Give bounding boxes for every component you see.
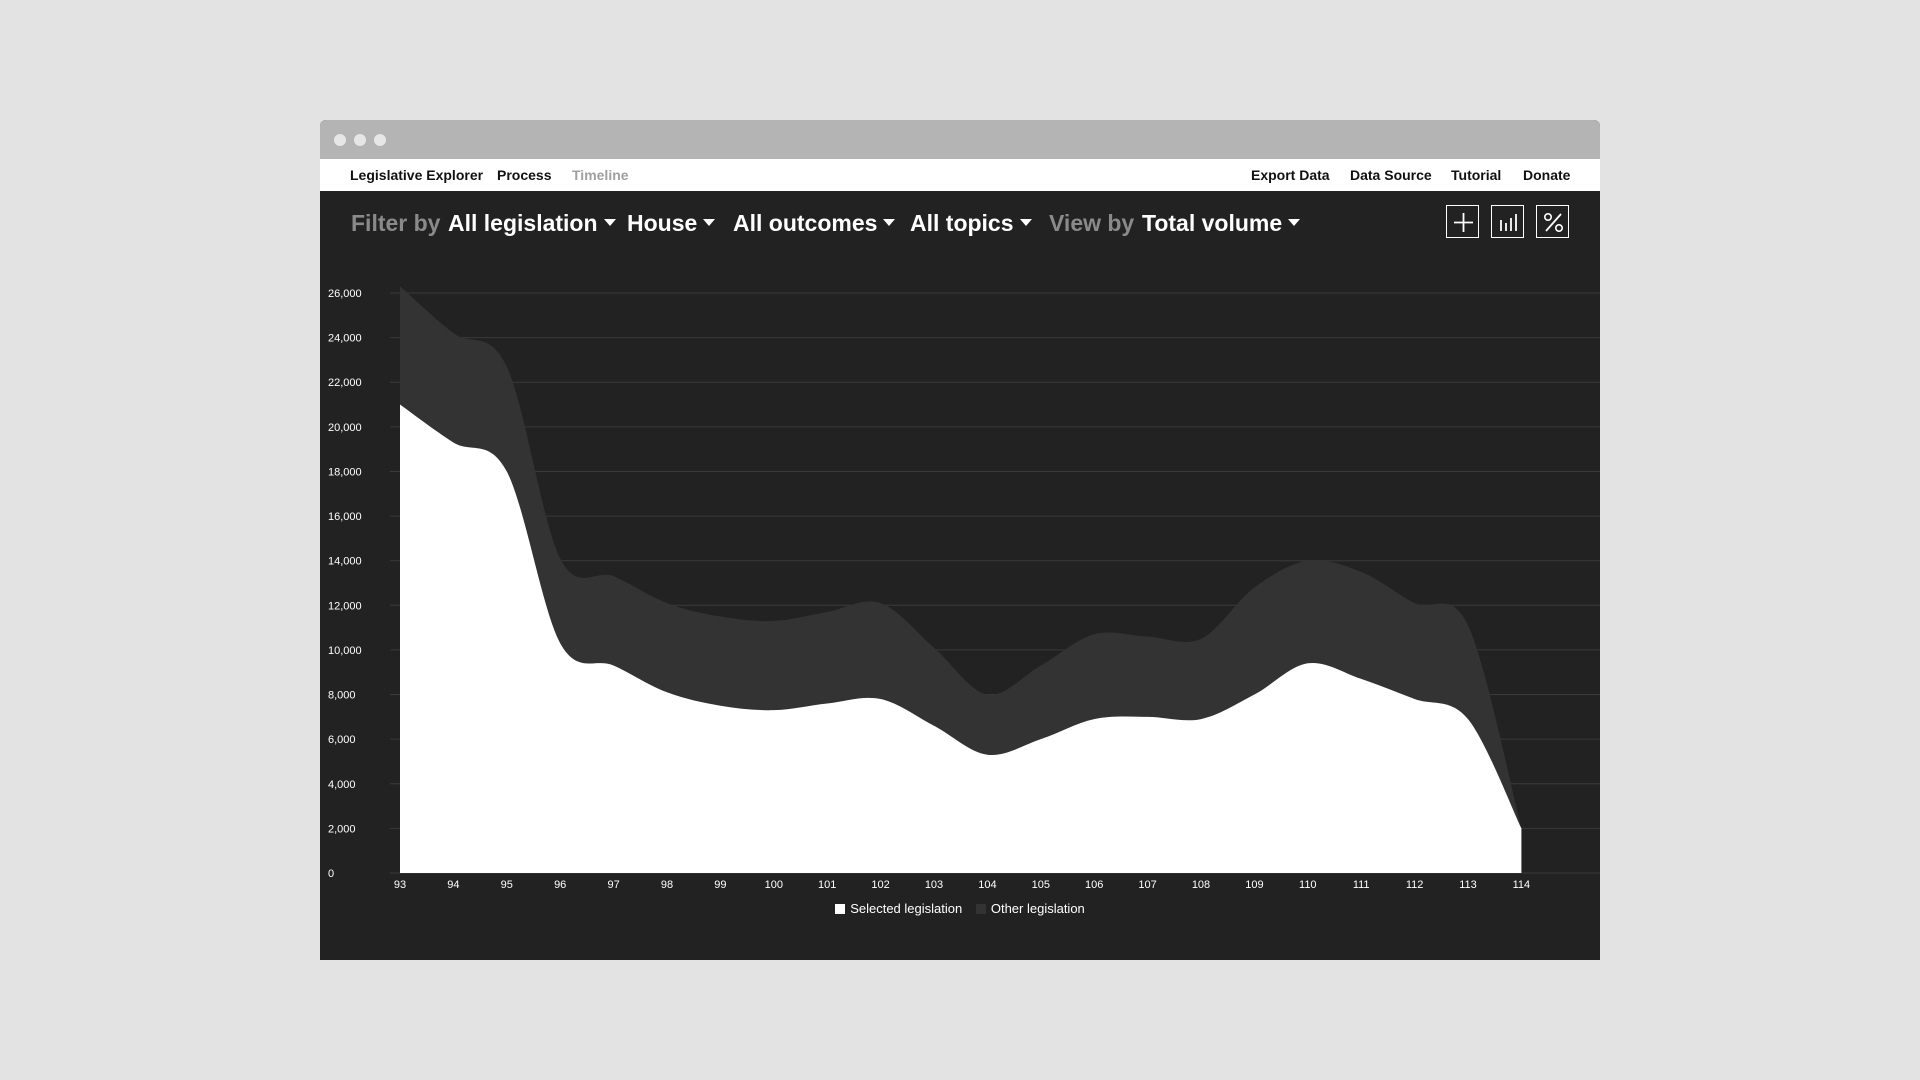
nav-process[interactable]: Process bbox=[497, 167, 551, 183]
window-close-button[interactable] bbox=[334, 134, 346, 146]
chamber-dropdown[interactable]: House bbox=[627, 210, 716, 237]
y-tick-label: 12,000 bbox=[328, 600, 362, 612]
x-tick-label: 107 bbox=[1138, 879, 1156, 891]
view-dropdown-value: Total volume bbox=[1142, 210, 1283, 236]
nav-legislative-explorer[interactable]: Legislative Explorer bbox=[350, 167, 483, 183]
filter-bar: Filter by All legislation House All outc… bbox=[320, 191, 1600, 257]
nav-donate[interactable]: Donate bbox=[1523, 167, 1570, 183]
window-maximize-button[interactable] bbox=[374, 134, 386, 146]
legislation-dropdown[interactable]: All legislation bbox=[448, 210, 616, 237]
legislation-dropdown-value: All legislation bbox=[448, 210, 598, 236]
nav-export-data[interactable]: Export Data bbox=[1251, 167, 1330, 183]
volume-area-chart: 0 2,000 4,000 6,000 8,000 10,000 12,000 14,000 1… bbox=[328, 286, 1600, 891]
filter-by-label: Filter by bbox=[351, 210, 441, 236]
view-dropdown[interactable]: Total volume bbox=[1142, 210, 1301, 237]
y-tick-label: 18,000 bbox=[328, 466, 362, 478]
app-window: Legislative Explorer Process Timeline Ex… bbox=[320, 120, 1600, 960]
x-tick-label: 96 bbox=[554, 879, 566, 891]
x-tick-label: 94 bbox=[447, 879, 459, 891]
chevron-down-icon bbox=[703, 219, 716, 227]
x-tick-label: 97 bbox=[607, 879, 619, 891]
x-tick-label: 100 bbox=[765, 879, 783, 891]
legend-label-other: Other legislation bbox=[990, 901, 1085, 916]
outcomes-dropdown-value: All outcomes bbox=[733, 210, 878, 236]
chevron-down-icon bbox=[883, 219, 896, 227]
view-by-label: View by bbox=[1049, 210, 1135, 236]
x-tick-label: 109 bbox=[1245, 879, 1263, 891]
legend-swatch-other bbox=[975, 904, 986, 914]
y-tick-label: 20,000 bbox=[328, 422, 362, 434]
x-tick-label: 105 bbox=[1032, 879, 1050, 891]
legend-item-selected[interactable]: Selected legislation bbox=[835, 901, 962, 916]
x-tick-label: 95 bbox=[501, 879, 513, 891]
x-tick-label: 103 bbox=[925, 879, 943, 891]
x-tick-label: 99 bbox=[714, 879, 726, 891]
legend-swatch-selected bbox=[835, 904, 846, 914]
legend-item-other[interactable]: Other legislation bbox=[975, 901, 1085, 916]
bar-chart-icon bbox=[1500, 214, 1517, 231]
x-tick-label: 113 bbox=[1459, 879, 1477, 891]
plus-icon bbox=[1454, 213, 1473, 232]
x-tick-label: 112 bbox=[1406, 879, 1424, 891]
y-tick-label: 24,000 bbox=[328, 333, 362, 345]
x-tick-label: 98 bbox=[661, 879, 673, 891]
y-tick-label: 8,000 bbox=[328, 690, 356, 702]
y-tick-label: 14,000 bbox=[328, 556, 362, 568]
x-tick-label: 104 bbox=[978, 879, 996, 891]
x-tick-label: 93 bbox=[394, 879, 406, 891]
chart-legend: Selected legislation Other legislation bbox=[320, 901, 1600, 916]
x-tick-label: 106 bbox=[1085, 879, 1103, 891]
topics-dropdown-value: All topics bbox=[910, 210, 1014, 236]
window-titlebar bbox=[320, 120, 1600, 159]
legend-label-selected: Selected legislation bbox=[850, 901, 963, 916]
chevron-down-icon bbox=[603, 219, 616, 227]
x-tick-label: 101 bbox=[818, 879, 836, 891]
percent-button[interactable] bbox=[1536, 205, 1569, 238]
chamber-dropdown-value: House bbox=[627, 210, 698, 236]
chevron-down-icon bbox=[1019, 219, 1032, 227]
y-tick-label: 2,000 bbox=[328, 823, 356, 835]
topics-dropdown[interactable]: All topics bbox=[910, 210, 1032, 237]
x-tick-label: 114 bbox=[1513, 879, 1531, 891]
y-tick-label: 10,000 bbox=[328, 645, 362, 657]
y-tick-label: 16,000 bbox=[328, 511, 362, 523]
x-tick-label: 110 bbox=[1299, 879, 1317, 891]
x-tick-label: 111 bbox=[1353, 879, 1370, 891]
x-tick-label: 108 bbox=[1192, 879, 1210, 891]
nav-tutorial[interactable]: Tutorial bbox=[1451, 167, 1501, 183]
nav-timeline[interactable]: Timeline bbox=[572, 167, 629, 183]
y-tick-label: 4,000 bbox=[328, 779, 356, 791]
y-tick-label: 22,000 bbox=[328, 377, 362, 389]
y-tick-label: 26,000 bbox=[328, 288, 362, 300]
window-minimize-button[interactable] bbox=[354, 134, 366, 146]
chevron-down-icon bbox=[1288, 219, 1301, 227]
add-button[interactable] bbox=[1446, 205, 1479, 238]
percent-icon bbox=[1544, 213, 1563, 232]
nav-data-source[interactable]: Data Source bbox=[1350, 167, 1432, 183]
outcomes-dropdown[interactable]: All outcomes bbox=[733, 210, 896, 237]
y-tick-label: 6,000 bbox=[328, 734, 356, 746]
top-nav: Legislative Explorer Process Timeline Ex… bbox=[320, 159, 1600, 191]
x-tick-label: 102 bbox=[871, 879, 889, 891]
bar-chart-button[interactable] bbox=[1491, 205, 1524, 238]
y-tick-label: 0 bbox=[328, 868, 334, 880]
